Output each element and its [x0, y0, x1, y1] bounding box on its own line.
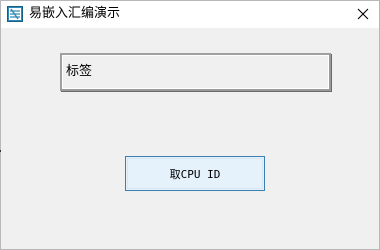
app-window: 易嵌入汇编演示 标签 取CPU ID [0, 0, 380, 250]
label-text: 标签 [66, 64, 93, 79]
app-icon [7, 6, 23, 22]
label-box: 标签 [60, 53, 331, 91]
get-cpu-id-button-label: 取CPU ID [169, 167, 221, 181]
edge-mark [0, 150, 1, 152]
get-cpu-id-button[interactable]: 取CPU ID [125, 156, 265, 191]
client-area: 标签 取CPU ID [1, 28, 379, 249]
close-icon [357, 5, 369, 24]
window-title: 易嵌入汇编演示 [29, 6, 121, 21]
title-bar[interactable]: 易嵌入汇编演示 [1, 1, 379, 28]
close-button[interactable] [347, 1, 379, 28]
